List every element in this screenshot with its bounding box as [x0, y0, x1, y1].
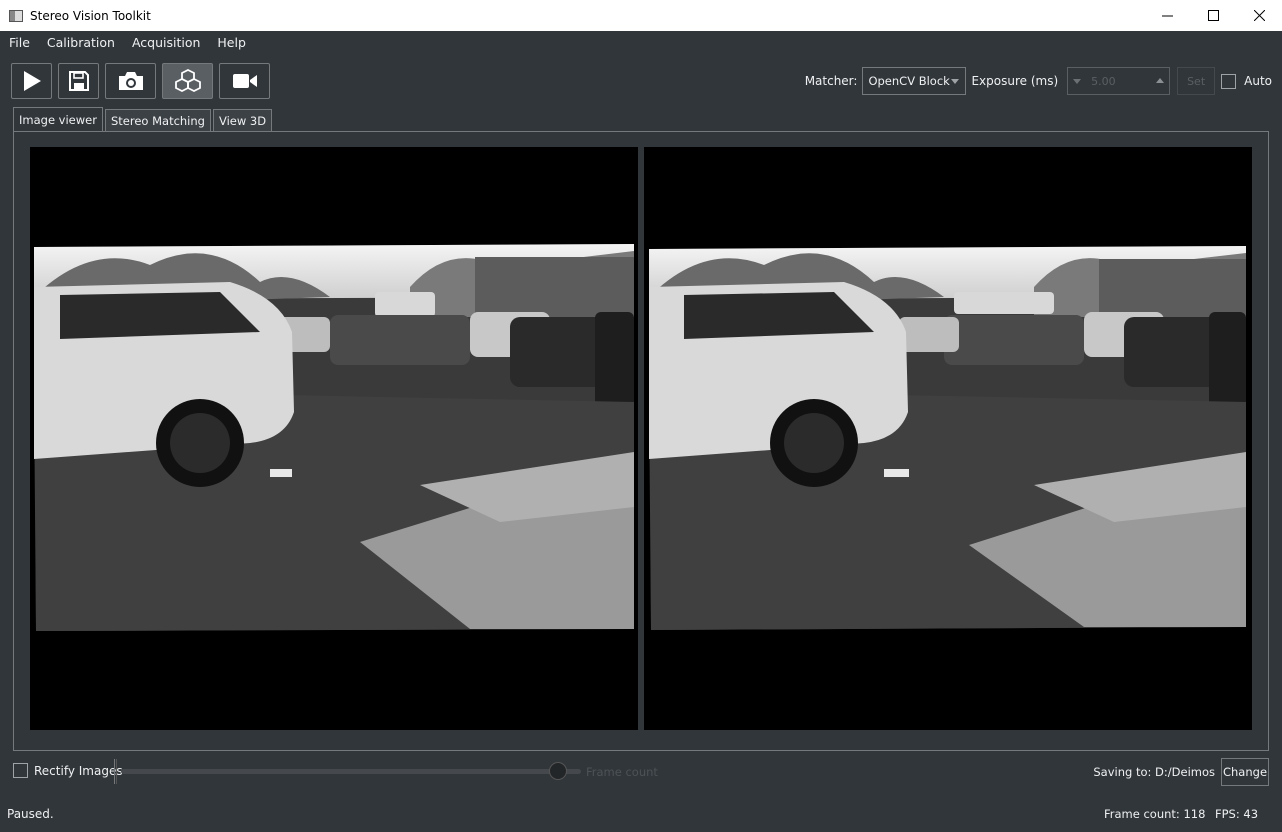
- minimize-icon: [1161, 15, 1173, 17]
- bottom-controls: Rectify Images Frame count Saving to: D:…: [13, 758, 1269, 786]
- toolbar: [11, 63, 270, 99]
- exposure-spinbox[interactable]: 5.00: [1067, 67, 1171, 95]
- saving-path: D:/Deimos: [1155, 765, 1215, 779]
- matcher-value: OpenCV Block: [868, 74, 950, 88]
- maximize-button[interactable]: [1190, 0, 1236, 31]
- status-fps: FPS: 43: [1215, 807, 1259, 821]
- left-camera-image: [34, 244, 634, 631]
- matcher-label: Matcher:: [804, 74, 858, 88]
- status-message: Paused.: [7, 807, 54, 821]
- rectify-label: Rectify Images: [34, 763, 123, 778]
- chevron-down-icon: [951, 79, 960, 84]
- menu-file[interactable]: File: [0, 35, 38, 50]
- matcher-select[interactable]: OpenCV Block: [862, 67, 967, 95]
- save-button[interactable]: [58, 63, 99, 99]
- play-button[interactable]: [11, 63, 52, 99]
- save-icon: [68, 71, 89, 91]
- record-video-button[interactable]: [219, 63, 270, 99]
- stereo-3d-button[interactable]: [162, 63, 213, 99]
- menu-bar: File Calibration Acquisition Help: [0, 31, 254, 53]
- tab-stereo-matching[interactable]: Stereo Matching: [104, 109, 211, 132]
- maximize-icon: [1207, 10, 1219, 21]
- capture-button[interactable]: [105, 63, 156, 99]
- auto-exposure-checkbox[interactable]: [1221, 73, 1237, 89]
- change-path-button[interactable]: Change: [1221, 758, 1269, 786]
- frame-slider-handle[interactable]: [549, 762, 567, 780]
- cubes-icon: [174, 69, 201, 93]
- rectify-control: Rectify Images: [13, 763, 123, 778]
- exposure-label: Exposure (ms): [971, 74, 1059, 88]
- auto-exposure-label: Auto: [1244, 74, 1272, 88]
- right-image-viewer: [644, 147, 1252, 730]
- tab-bar: Image viewer Stereo Matching View 3D: [13, 107, 274, 132]
- matcher-controls: Matcher: OpenCV Block Exposure (ms) 5.00…: [805, 67, 1272, 95]
- camera-icon: [118, 72, 143, 90]
- minimize-button[interactable]: [1144, 0, 1190, 31]
- frame-slider-label: Frame count: [586, 765, 658, 779]
- video-camera-icon: [232, 74, 257, 88]
- left-image-viewer: [30, 147, 638, 730]
- menu-calibration[interactable]: Calibration: [38, 35, 123, 50]
- close-button[interactable]: [1236, 0, 1282, 31]
- tab-image-viewer[interactable]: Image viewer: [13, 107, 103, 132]
- title-bar: Stereo Vision Toolkit: [0, 0, 1282, 31]
- tab-view-3d[interactable]: View 3D: [212, 109, 273, 132]
- window-title: Stereo Vision Toolkit: [30, 8, 151, 23]
- spin-up-icon[interactable]: [1156, 78, 1165, 83]
- splitter-handle[interactable]: [114, 759, 117, 784]
- menu-help[interactable]: Help: [208, 35, 254, 50]
- saving-path-text: Saving to: D:/Deimos: [1093, 765, 1215, 779]
- play-icon: [23, 71, 41, 91]
- set-exposure-button[interactable]: Set: [1177, 67, 1216, 95]
- status-frame-count: Frame count: 118: [1104, 807, 1206, 821]
- menu-acquisition[interactable]: Acquisition: [123, 35, 208, 50]
- app-icon: [9, 9, 23, 22]
- right-camera-image: [649, 246, 1246, 630]
- close-icon: [1253, 10, 1265, 21]
- exposure-value: 5.00: [1091, 74, 1116, 88]
- frame-slider[interactable]: [121, 769, 581, 774]
- saving-label: Saving to:: [1093, 765, 1152, 779]
- spin-down-icon[interactable]: [1073, 79, 1082, 84]
- rectify-checkbox[interactable]: [13, 763, 28, 778]
